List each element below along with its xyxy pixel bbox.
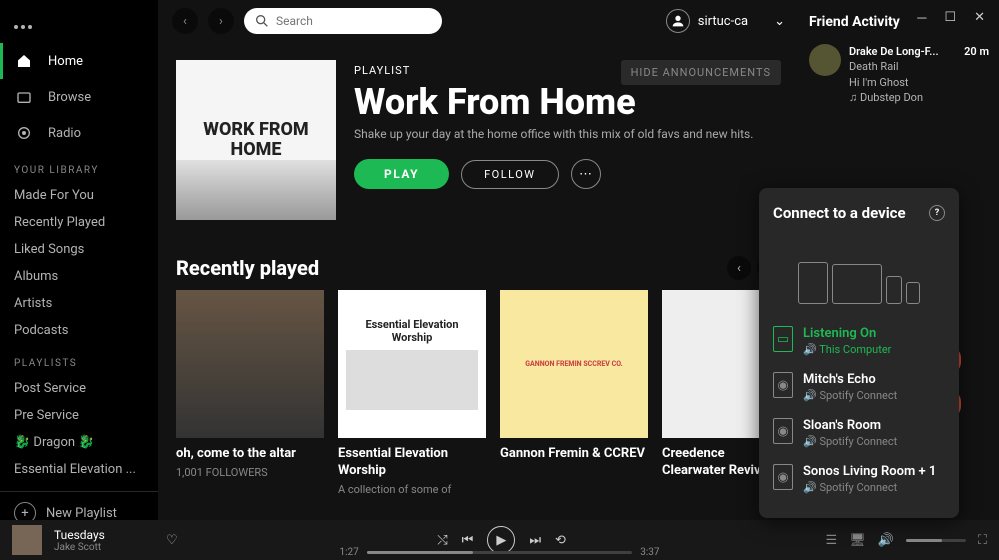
menu-dots[interactable] — [0, 8, 158, 43]
card[interactable]: Essential Elevation WorshipEssential Ele… — [338, 290, 486, 496]
topbar: ‹ › sirtuc-ca ⌄ — [158, 0, 799, 42]
lib-liked-songs[interactable]: Liked Songs — [0, 236, 158, 263]
now-playing-art[interactable] — [12, 525, 42, 555]
hide-announcements[interactable]: HIDE ANNOUNCEMENTS — [621, 60, 781, 85]
playlist-cover[interactable]: WORK FROM HOME — [176, 60, 336, 220]
sidebar: Home Browse Radio YOUR LIBRARY Made For … — [0, 0, 158, 520]
prev-button[interactable]: ⏮ — [462, 533, 474, 548]
nav-radio[interactable]: Radio — [0, 115, 158, 151]
new-playlist-label: New Playlist — [46, 506, 117, 521]
friend-avatar — [809, 44, 841, 76]
next-button[interactable]: ⏭ — [529, 533, 541, 548]
friend-playlist: Dubstep Don — [860, 91, 923, 104]
speaker-icon: ◉ — [773, 464, 793, 490]
friend-track: Death Rail — [849, 59, 989, 74]
volume-slider[interactable] — [906, 539, 966, 542]
username: sirtuc-ca — [698, 14, 748, 29]
user-menu[interactable]: sirtuc-ca ⌄ — [666, 9, 785, 33]
speaker-icon: ◉ — [773, 372, 793, 398]
playlist-item[interactable]: Pre Service — [0, 402, 158, 429]
search-box[interactable] — [244, 8, 442, 34]
lib-recently-played[interactable]: Recently Played — [0, 209, 158, 236]
help-icon[interactable]: ? — [929, 205, 945, 221]
devices-illustration — [773, 234, 945, 304]
hero: WORK FROM HOME PLAYLIST Work From Home S… — [176, 42, 781, 238]
playlist-icon: ♫ — [849, 91, 860, 104]
home-icon — [14, 51, 34, 71]
device-item[interactable]: ◉ Mitch's Echo🔊 Spotify Connect — [773, 364, 945, 410]
time-duration: 3:37 — [640, 547, 659, 558]
carousel-prev[interactable]: ‹ — [727, 256, 751, 280]
playlists-header: PLAYLISTS — [0, 344, 158, 375]
shuffle-button[interactable]: ⤭ — [437, 533, 447, 548]
search-input[interactable] — [276, 14, 432, 28]
card[interactable]: GANNON FREMIN SCCREV CO.Gannon Fremin & … — [500, 290, 648, 496]
main-view: ‹ › sirtuc-ca ⌄ WORK FROM HOME PLAYLIST … — [158, 0, 799, 520]
friend-time: 20 m — [964, 44, 989, 59]
library-header: YOUR LIBRARY — [0, 151, 158, 182]
user-icon — [666, 9, 690, 33]
minimize-button[interactable]: ─ — [917, 10, 926, 26]
recently-played-title: Recently played — [176, 256, 319, 280]
playlist-desc: Shake up your day at the home office wit… — [354, 127, 781, 141]
connect-panel: Connect to a device? ▭ Listening On🔊 Thi… — [759, 188, 959, 518]
like-button[interactable]: ♡ — [166, 533, 178, 548]
device-this-computer[interactable]: ▭ Listening On🔊 This Computer — [773, 318, 945, 364]
volume-icon[interactable]: 🔊 — [878, 533, 894, 548]
player-bar: Tuesdays Jake Scott ♡ ⤭ ⏮ ▶ ⏭ ⟲ 1:27 3:3… — [0, 520, 999, 560]
radio-icon — [14, 123, 34, 143]
more-button[interactable]: ⋯ — [571, 159, 601, 189]
lib-artists[interactable]: Artists — [0, 290, 158, 317]
friend-item[interactable]: Drake De Long-F... 20 m Death Rail Hi I'm… — [809, 44, 989, 106]
playlist-item[interactable]: Post Service — [0, 375, 158, 402]
lib-podcasts[interactable]: Podcasts — [0, 317, 158, 344]
fullscreen-button[interactable]: ⛶ — [978, 533, 987, 548]
close-button[interactable]: ✕ — [974, 10, 985, 26]
playlist-item[interactable]: 🐉 Dragon 🐉 — [0, 429, 158, 456]
forward-button[interactable]: › — [208, 8, 234, 34]
playlist-item[interactable]: Essential Elevation ... — [0, 456, 158, 483]
nav-label: Home — [48, 54, 83, 69]
nav-label: Browse — [48, 90, 91, 105]
computer-icon: ▭ — [773, 326, 793, 352]
lib-made-for-you[interactable]: Made For You — [0, 182, 158, 209]
nav-home[interactable]: Home — [0, 43, 158, 79]
speaker-icon: ◉ — [773, 418, 793, 444]
follow-button[interactable]: FOLLOW — [461, 160, 558, 189]
nav-browse[interactable]: Browse — [0, 79, 158, 115]
queue-button[interactable]: ☰ — [826, 533, 838, 548]
maximize-button[interactable]: ☐ — [944, 10, 956, 26]
now-playing-artist[interactable]: Jake Scott — [54, 542, 154, 553]
recently-played-grid: oh, come to the altar1,001 FOLLOWERS Ess… — [176, 290, 781, 496]
new-playlist-button[interactable]: + New Playlist — [0, 491, 158, 520]
lib-albums[interactable]: Albums — [0, 263, 158, 290]
device-item[interactable]: ◉ Sloan's Room🔊 Spotify Connect — [773, 410, 945, 456]
now-playing-title[interactable]: Tuesdays — [54, 528, 154, 542]
browse-icon — [14, 87, 34, 107]
back-button[interactable]: ‹ — [172, 8, 198, 34]
plus-icon: + — [14, 502, 36, 520]
card[interactable]: oh, come to the altar1,001 FOLLOWERS — [176, 290, 324, 496]
progress-bar[interactable]: 1:27 3:37 — [340, 547, 660, 558]
search-icon — [254, 13, 270, 29]
time-elapsed: 1:27 — [340, 547, 359, 558]
nav-label: Radio — [48, 126, 81, 141]
chevron-down-icon: ⌄ — [774, 14, 785, 29]
devices-button[interactable]: 🖥 — [849, 533, 866, 548]
window-controls: ─ ☐ ✕ — [911, 4, 991, 32]
repeat-button[interactable]: ⟲ — [555, 533, 566, 548]
card[interactable]: Creedence Clearwater Revival — [662, 290, 772, 496]
friend-artist: Hi I'm Ghost — [849, 75, 989, 90]
playlist-title: Work From Home — [354, 81, 781, 123]
device-item[interactable]: ◉ Sonos Living Room + 1🔊 Spotify Connect — [773, 456, 945, 502]
connect-title: Connect to a device — [773, 204, 906, 222]
play-button[interactable]: PLAY — [354, 159, 449, 189]
friend-name: Drake De Long-F... — [849, 44, 939, 59]
